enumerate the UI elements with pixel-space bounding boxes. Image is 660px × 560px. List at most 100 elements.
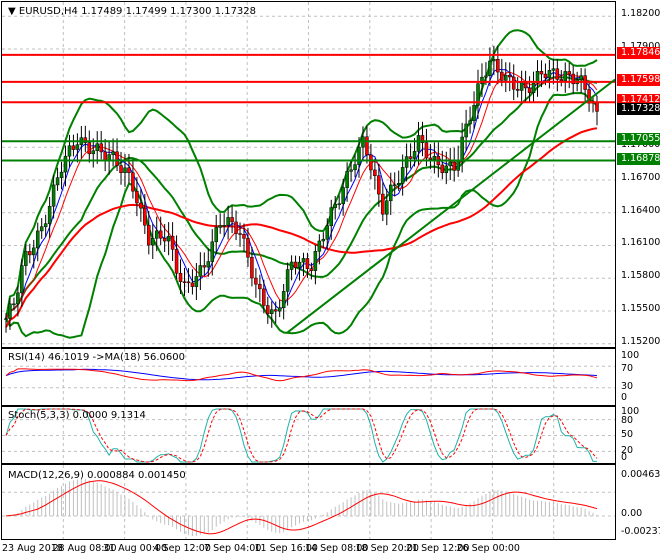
candle-body: [43, 223, 48, 227]
candle-body: [135, 190, 139, 204]
rsi-line: [5, 368, 598, 382]
candle-body: [67, 145, 72, 157]
candle-body: [273, 309, 278, 312]
candle-body: [71, 145, 76, 150]
candle-body: [432, 156, 437, 160]
price-axis: 1.182001.179001.170001.167001.164001.161…: [617, 0, 660, 348]
candle-body: [515, 89, 520, 91]
candle-body: [266, 305, 270, 314]
rsi-axis: 100 70 30 0: [617, 348, 660, 406]
macd-axis: 0.004639 0.00 -0.002379: [617, 464, 660, 540]
candle-body: [111, 151, 115, 155]
price-level-tag: 1.17328: [617, 103, 660, 116]
price-chart[interactable]: ▼ EURUSD,H4 1.17489 1.17499 1.17300 1.17…: [1, 1, 616, 348]
candle-body: [166, 235, 171, 242]
candle-body: [496, 59, 500, 73]
candle-body: [472, 105, 476, 121]
candle-body: [559, 79, 564, 82]
candle-body: [24, 251, 28, 266]
candle-body: [504, 74, 508, 81]
candle-body: [190, 282, 195, 287]
candle-body: [51, 184, 56, 207]
candle-body: [226, 217, 230, 226]
candle-body: [313, 251, 318, 271]
price-level-tag: 1.17598: [617, 73, 660, 86]
candle-body: [285, 269, 290, 292]
candle-body: [527, 87, 532, 93]
rsi-panel[interactable]: RSI(14) 46.1019 ->MA(18) 56.0600: [1, 348, 616, 406]
candle-body: [39, 226, 44, 232]
rsi-title: RSI(14) 46.1019 ->MA(18) 56.0600: [8, 352, 185, 363]
candle-body: [396, 183, 401, 186]
macd-title: MACD(12,26,9) 0.000884 0.001450: [8, 470, 186, 481]
candle-body: [341, 187, 345, 204]
candle-body: [297, 261, 302, 268]
candle-body: [579, 75, 583, 81]
candle-body: [143, 207, 147, 226]
price-label: 1.16700: [621, 171, 660, 183]
candle-body: [270, 309, 274, 314]
bollinger-lower: [5, 91, 598, 339]
candle-body: [170, 235, 175, 250]
candle-body: [246, 238, 250, 258]
bollinger-upper: [5, 29, 598, 319]
candle-body: [55, 177, 60, 186]
candle-body: [210, 241, 215, 262]
candle-body: [230, 217, 234, 223]
candle-body: [373, 169, 377, 176]
candle-body: [388, 184, 393, 202]
time-label: 26 Sep 00:00: [456, 543, 520, 554]
stoch-title: Stoch(5,3,3) 0.0000 9.1314: [8, 410, 146, 421]
rsi-level: 100: [621, 350, 640, 361]
candle-body: [115, 151, 119, 166]
symbol-info: ▼ EURUSD,H4 1.17489 1.17499 1.17300 1.17…: [8, 6, 256, 17]
candle-body: [321, 238, 326, 242]
stoch-level: 50: [621, 429, 634, 440]
candle-body: [4, 318, 8, 320]
rsi-level: 30: [621, 381, 634, 392]
candle-body: [464, 123, 468, 138]
candle-body: [301, 258, 306, 263]
macd-panel[interactable]: MACD(12,26,9) 0.000884 0.001450: [1, 464, 616, 540]
candle-body: [198, 265, 203, 277]
candle-body: [28, 251, 32, 256]
macd-level: 0.004639: [621, 469, 660, 480]
candle-body: [416, 135, 421, 152]
price-label: 1.15800: [621, 270, 660, 282]
symbol-quote: EURUSD,H4 1.17489 1.17499 1.17300 1.1732…: [18, 6, 257, 17]
price-level-tag: 1.17055: [617, 133, 660, 146]
candle-body: [32, 247, 36, 256]
time-label: 4 Sep 12:00: [153, 543, 211, 554]
candle-body: [452, 161, 456, 171]
candle-body: [206, 261, 211, 268]
candle-body: [567, 71, 571, 75]
candle-body: [238, 233, 242, 235]
candle-body: [119, 165, 123, 173]
candle-body: [424, 142, 429, 159]
candle-body: [500, 71, 504, 81]
candle-body: [99, 143, 103, 153]
candle-body: [103, 151, 107, 161]
stoch-level: 80: [621, 415, 634, 426]
price-label: 1.15500: [621, 302, 660, 314]
macd-level: -0.002379: [621, 526, 660, 537]
candle-body: [59, 171, 64, 178]
candle-body: [507, 74, 512, 78]
candle-body: [178, 272, 183, 282]
stochastic-panel[interactable]: Stoch(5,3,3) 0.0000 9.1314: [1, 406, 616, 464]
candle-body: [440, 164, 445, 174]
candle-body: [484, 75, 488, 78]
price-label: 1.18200: [621, 8, 660, 20]
candle-body: [154, 230, 159, 239]
time-label: 7 Sep 04:00: [204, 543, 262, 554]
candle-body: [519, 82, 524, 91]
candle-body: [20, 265, 24, 294]
macd-level: 0.00: [621, 508, 643, 519]
candle-body: [12, 303, 16, 306]
collapse-triangle-icon[interactable]: ▼: [8, 6, 19, 17]
candle-body: [262, 288, 266, 306]
ma-mid: [5, 71, 598, 319]
candle-body: [194, 276, 199, 287]
candle-body: [174, 249, 179, 274]
candle-body: [444, 165, 449, 174]
